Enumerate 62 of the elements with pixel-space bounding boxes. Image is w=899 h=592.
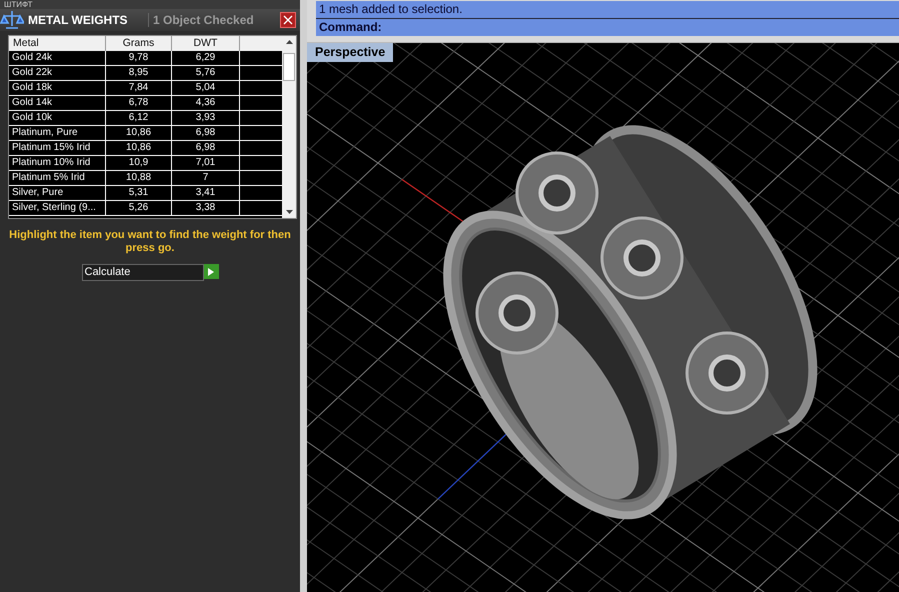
table-cell: 6,98 (172, 141, 240, 155)
table-row[interactable]: Gold 14k 6,78 4,36 (9, 96, 282, 111)
table-row[interactable]: Platinum, Pure 10,86 6,98 (9, 126, 282, 141)
play-icon (208, 268, 214, 276)
table-cell: 6,98 (172, 126, 240, 140)
table-cell: 6,29 (172, 51, 240, 65)
table-cell: 9,78 (106, 51, 172, 65)
menu-label: ШТИФТ (3, 0, 32, 9)
column-header[interactable]: Grams (106, 36, 172, 51)
table-cell: Silver, Sterling (9... (9, 201, 106, 215)
table-cell: 10,88 (106, 171, 172, 185)
table-cell: 10,86 (106, 126, 172, 140)
table-cell: 5,26 (106, 201, 172, 215)
up-arrow-icon (286, 40, 292, 44)
table-cell: Gold 10k (9, 111, 106, 125)
table-cell: 4,36 (172, 96, 240, 110)
table-row[interactable]: Gold 24k 9,78 6,29 (9, 51, 282, 66)
instruction-text: Highlight the item you want to find the weight for then press go. (8, 228, 292, 255)
table-cell: 3,41 (172, 186, 240, 200)
command-history: 1 mesh added to selection. (316, 1, 899, 19)
table-cell: Platinum, Pure (9, 126, 106, 140)
table-row[interactable]: Gold 22k 8,95 5,76 (9, 66, 282, 81)
table-cell: 6,78 (106, 96, 172, 110)
table-cell: Silver, Pure (9, 186, 106, 200)
scrollbar[interactable] (282, 36, 296, 218)
scales-icon (0, 8, 24, 32)
table-cell: 3,93 (172, 111, 240, 125)
table-row[interactable]: Silver, Sterling (9... 5,26 3,38 (9, 201, 282, 216)
table-cell: 7,01 (172, 156, 240, 170)
scroll-thumb[interactable] (283, 53, 295, 81)
table-cell: 5,76 (172, 66, 240, 80)
table-cell: 3,38 (172, 201, 240, 215)
table-cell: Gold 18k (9, 81, 106, 95)
table-row[interactable]: Platinum 15% Irid 10,86 6,98 (9, 141, 282, 156)
close-button[interactable] (280, 12, 296, 28)
table-row[interactable]: Gold 10k 6,12 3,93 (9, 111, 282, 126)
table-cell: Gold 24k (9, 51, 106, 65)
table-row[interactable]: Platinum 5% Irid 10,88 7 (9, 171, 282, 186)
table-cell: 5,04 (172, 81, 240, 95)
calculate-field[interactable]: Calculate (82, 264, 204, 281)
go-button[interactable] (204, 264, 218, 279)
table-cell: Platinum 5% Irid (9, 171, 106, 185)
table-cell: Platinum 10% Irid (9, 156, 106, 170)
table-cell: 7 (172, 171, 240, 185)
viewport[interactable]: Perspective (307, 42, 899, 592)
table-cell: 10,86 (106, 141, 172, 155)
table-cell: Platinum 15% Irid (9, 141, 106, 155)
table-cell: 6,12 (106, 111, 172, 125)
table-row[interactable]: Silver, Pure 5,31 3,41 (9, 186, 282, 201)
table-cell: 10,9 (106, 156, 172, 170)
table-cell: 7,84 (106, 81, 172, 95)
down-arrow-icon (286, 210, 292, 214)
close-icon (283, 15, 293, 25)
table-cell: 8,95 (106, 66, 172, 80)
table-row[interactable]: Gold 18k 7,84 5,04 (9, 81, 282, 96)
table-cell: Gold 14k (9, 96, 106, 110)
viewport-label[interactable]: Perspective (307, 43, 394, 62)
column-header[interactable]: Metal (9, 36, 106, 51)
table-cell: 5,31 (106, 186, 172, 200)
table-row[interactable]: Platinum 10% Irid 10,9 7,01 (9, 156, 282, 171)
panel-title: METAL WEIGHTS (27, 13, 129, 27)
table-cell: Gold 22k (9, 66, 106, 80)
